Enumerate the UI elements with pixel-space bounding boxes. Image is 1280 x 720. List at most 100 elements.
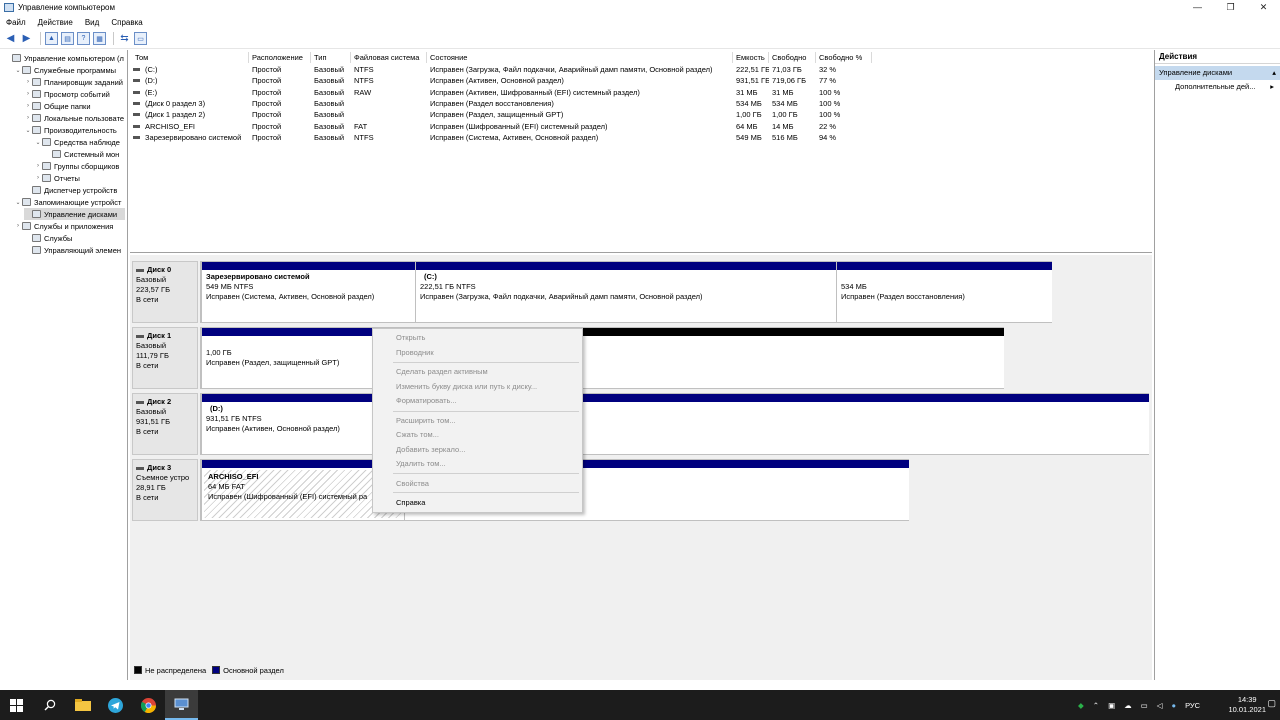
context-menu-item[interactable]: Изменить букву диска или путь к диску... <box>373 380 582 394</box>
notifications-icon[interactable]: ▢ <box>1267 698 1276 709</box>
tree-item[interactable]: Управление компьютером (л <box>4 52 124 64</box>
partition[interactable]: 534 МБ Исправен (Раздел восстановления) <box>836 262 1052 322</box>
volume-row[interactable]: (D:) Простой Базовый NTFS Исправен (Активен,… <box>130 75 1150 86</box>
taskbar-chrome[interactable] <box>132 690 165 720</box>
actions-section-disk-management[interactable]: Управление дисками ▴ <box>1155 66 1280 80</box>
tree-item[interactable]: › Планировщик заданий <box>24 76 123 88</box>
context-menu-item[interactable]: Сжать том... <box>373 428 582 442</box>
partition[interactable]: Зарезервировано системой 549 МБ NTFS Испра… <box>201 262 415 322</box>
clock[interactable]: 14:39 10.01.2021 <box>1228 695 1266 715</box>
tree-item[interactable]: Диспетчер устройств <box>24 184 117 196</box>
context-menu-item[interactable]: Свойства <box>373 477 582 491</box>
collapsed-chevron-icon[interactable]: › <box>24 79 32 85</box>
context-menu-item[interactable]: Справка <box>373 496 582 510</box>
network-icon[interactable]: ▭ <box>1141 701 1148 710</box>
tree-item[interactable]: ⌄ Запоминающие устройст <box>14 196 121 208</box>
disk-label[interactable]: Диск 2 Базовый 931,51 ГБ В сети <box>132 393 198 455</box>
up-folder-icon[interactable]: ▲ <box>45 32 58 45</box>
taskbar-explorer[interactable] <box>66 690 99 720</box>
properties-icon[interactable]: ▭ <box>134 32 147 45</box>
show-hide-tree-icon[interactable]: ▤ <box>61 32 74 45</box>
volume-row[interactable]: (Диск 0 раздел 3) Простой Базовый Исправен … <box>130 98 1150 109</box>
context-menu-item[interactable]: Сделать раздел активным <box>373 365 582 379</box>
expanded-chevron-icon[interactable]: ⌄ <box>34 139 42 146</box>
show-hidden-icons-icon[interactable]: ⌃ <box>1093 701 1099 710</box>
collapsed-chevron-icon[interactable]: › <box>14 223 22 229</box>
collapsed-chevron-icon[interactable]: › <box>34 163 42 169</box>
partition[interactable]: (D:) 931,51 ГБ NTFS Исправен (Активен, Осн… <box>201 394 1149 454</box>
disk-label[interactable]: Диск 0 Базовый 223,57 ГБ В сети <box>132 261 198 323</box>
collapsed-chevron-icon[interactable]: › <box>24 91 32 97</box>
menu-file[interactable]: Файл <box>6 18 26 27</box>
expanded-chevron-icon[interactable]: ⌄ <box>14 67 22 74</box>
taskbar-telegram[interactable] <box>99 690 132 720</box>
volume-row[interactable]: (Диск 1 раздел 2) Простой Базовый Исправен … <box>130 109 1150 120</box>
search-button[interactable] <box>33 690 66 720</box>
column-header[interactable]: Файловая система <box>351 52 427 63</box>
volume-row[interactable]: ARCHISO_EFI Простой Базовый FAT Исправен (Ши… <box>130 121 1150 132</box>
start-button[interactable] <box>0 690 33 720</box>
chat-icon[interactable]: ▣ <box>1108 701 1115 710</box>
context-menu-item[interactable]: Открыть <box>373 331 582 345</box>
show-hide-action-pane-icon[interactable]: ▦ <box>93 32 106 45</box>
bluetooth-icon[interactable]: ● <box>1172 701 1177 710</box>
collapsed-chevron-icon[interactable]: › <box>34 175 42 181</box>
language-indicator[interactable]: РУС <box>1185 701 1200 710</box>
tree-item[interactable]: › Группы сборщиков <box>34 160 119 172</box>
help-icon[interactable]: ? <box>77 32 90 45</box>
tree-item[interactable]: Управляющий элемен <box>24 244 121 256</box>
connect-icon[interactable]: ⇆ <box>118 32 131 45</box>
menu-action[interactable]: Действие <box>38 18 73 27</box>
tree-item[interactable]: › Общие папки <box>24 100 91 112</box>
volume-icon[interactable]: ◁ <box>1157 701 1163 710</box>
taskbar-computer-management[interactable] <box>165 690 198 720</box>
volume-row[interactable]: (C:) Простой Базовый NTFS Исправен (Загрузка… <box>130 64 1150 75</box>
context-menu-item[interactable]: Расширить том... <box>373 414 582 428</box>
collapsed-chevron-icon[interactable]: › <box>24 103 32 109</box>
column-header[interactable]: Тип <box>311 52 351 63</box>
disk-label[interactable]: Диск 1 Базовый 111,79 ГБ В сети <box>132 327 198 389</box>
menu-help[interactable]: Справка <box>111 18 142 27</box>
nvidia-icon[interactable]: ◆ <box>1078 701 1084 710</box>
tree-item[interactable]: Системный мон <box>44 148 119 160</box>
column-header[interactable]: Состояние <box>427 52 733 63</box>
volume-row[interactable]: Зарезервировано системой Простой Базовый NT… <box>130 132 1150 143</box>
tree-item[interactable]: Службы <box>24 232 72 244</box>
tree-item[interactable]: › Отчеты <box>34 172 80 184</box>
more-actions-item[interactable]: Дополнительные дей... ▸ <box>1155 80 1280 94</box>
context-menu-item[interactable]: Добавить зеркало... <box>373 443 582 457</box>
tree-item[interactable]: ⌄ Средства наблюде <box>34 136 119 148</box>
tree-item[interactable]: Управление дисками <box>24 208 125 220</box>
column-header[interactable]: Том <box>132 52 249 63</box>
actions-pane: Действия Управление дисками ▴ Дополнител… <box>1154 50 1280 680</box>
disk-label[interactable]: Диск 3 Съемное устро 28,91 ГБ В сети <box>132 459 198 521</box>
column-header[interactable]: Свободно <box>769 52 816 63</box>
column-header[interactable]: Свободно % <box>816 52 872 63</box>
tree-item[interactable]: › Службы и приложения <box>14 220 113 232</box>
maximize-button[interactable]: ❐ <box>1214 0 1247 15</box>
folder-icon <box>42 162 51 170</box>
close-button[interactable]: ✕ <box>1247 0 1280 15</box>
context-menu-item[interactable]: Удалить том... <box>373 457 582 471</box>
volume-cell: (Диск 1 раздел 2) <box>145 110 206 120</box>
back-icon[interactable]: ◀ <box>4 32 17 45</box>
collapsed-chevron-icon[interactable]: › <box>24 115 32 121</box>
column-header[interactable]: Расположение <box>249 52 311 63</box>
tree-item[interactable]: ⌄ Производительность <box>24 124 116 136</box>
users-icon <box>32 114 41 122</box>
tree-item[interactable]: ⌄ Служебные программы <box>14 64 116 76</box>
column-header[interactable]: Емкость <box>733 52 769 63</box>
context-menu-item[interactable]: Форматировать... <box>373 394 582 408</box>
forward-icon[interactable]: ▶ <box>20 32 33 45</box>
onedrive-icon[interactable]: ☁ <box>1124 701 1132 710</box>
volume-cell: Исправен (Активен, Основной раздел) <box>430 76 564 86</box>
context-menu-item[interactable]: Проводник <box>373 346 582 360</box>
menu-view[interactable]: Вид <box>85 18 99 27</box>
tree-item[interactable]: › Локальные пользовате <box>24 112 124 124</box>
volume-row[interactable]: (E:) Простой Базовый RAW Исправен (Активен, … <box>130 87 1150 98</box>
expanded-chevron-icon[interactable]: ⌄ <box>14 199 22 206</box>
tree-item[interactable]: › Просмотр событий <box>24 88 110 100</box>
minimize-button[interactable]: — <box>1181 0 1214 15</box>
partition[interactable]: (C:) 222,51 ГБ NTFS Исправен (Загрузка, Фа… <box>415 262 836 322</box>
expanded-chevron-icon[interactable]: ⌄ <box>24 127 32 134</box>
